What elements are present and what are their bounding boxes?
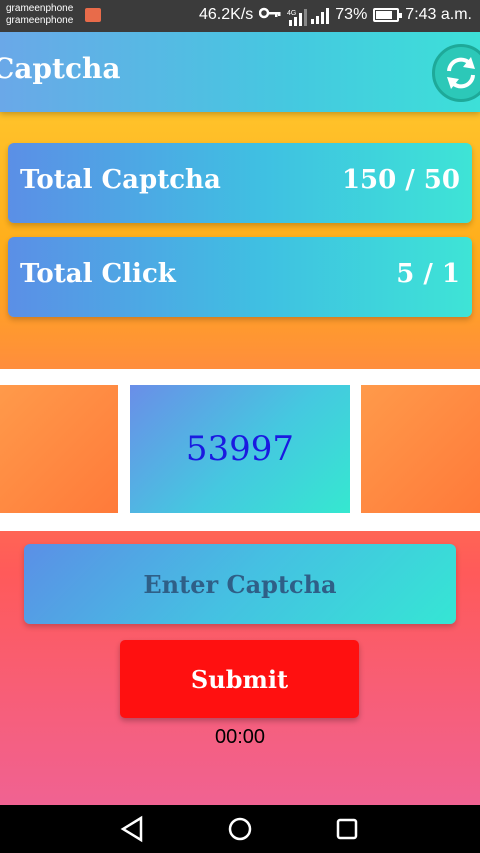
captcha-panel-left <box>0 385 118 513</box>
home-icon <box>228 817 252 841</box>
total-captcha-card: Total Captcha 150 / 50 <box>8 143 472 223</box>
network-speed: 46.2K/s <box>199 6 254 23</box>
back-button[interactable] <box>117 815 147 843</box>
app-notification-icon <box>85 8 101 22</box>
signal-icon <box>311 8 330 24</box>
total-click-label: Total Click <box>20 259 176 289</box>
battery-percent: 73% <box>335 6 368 23</box>
key-icon <box>259 6 281 24</box>
status-bar: grameenphone grameenphone 46.2K/s 4G 73%… <box>0 0 480 32</box>
app-screen: Captcha Total Captcha 150 / 50 Total Cli… <box>0 32 480 805</box>
captcha-image: 53997 <box>130 385 350 513</box>
back-icon <box>120 815 143 843</box>
svg-text:4G: 4G <box>287 10 296 17</box>
home-button[interactable] <box>225 815 255 843</box>
submit-button[interactable]: Submit <box>120 640 359 718</box>
recents-button[interactable] <box>332 815 362 843</box>
total-captcha-label: Total Captcha <box>20 165 221 195</box>
captcha-input[interactable] <box>24 544 456 624</box>
refresh-button[interactable] <box>432 44 480 102</box>
total-click-value: 5 / 1 <box>396 259 460 289</box>
signal-4g-icon: 4G <box>287 8 308 26</box>
battery-icon <box>373 8 403 22</box>
captcha-strip: 53997 <box>0 369 480 531</box>
total-captcha-value: 150 / 50 <box>341 165 460 195</box>
app-bar: Captcha <box>0 32 480 112</box>
clock: 7:43 a.m. <box>405 6 472 23</box>
carrier-1: grameenphone <box>6 3 74 14</box>
countdown-timer: 00:00 <box>214 726 266 748</box>
captcha-panel-right <box>361 385 480 513</box>
carrier-names: grameenphone grameenphone <box>6 3 73 27</box>
captcha-code: 53997 <box>185 429 295 469</box>
status-indicators: 46.2K/s 4G 73% 7:43 a.m. <box>199 6 472 26</box>
refresh-icon <box>447 57 475 89</box>
page-title: Captcha <box>0 52 121 85</box>
recents-icon <box>336 818 358 840</box>
total-click-card: Total Click 5 / 1 <box>8 237 472 317</box>
navigation-bar <box>0 805 480 853</box>
carrier-2: grameenphone <box>6 15 74 26</box>
